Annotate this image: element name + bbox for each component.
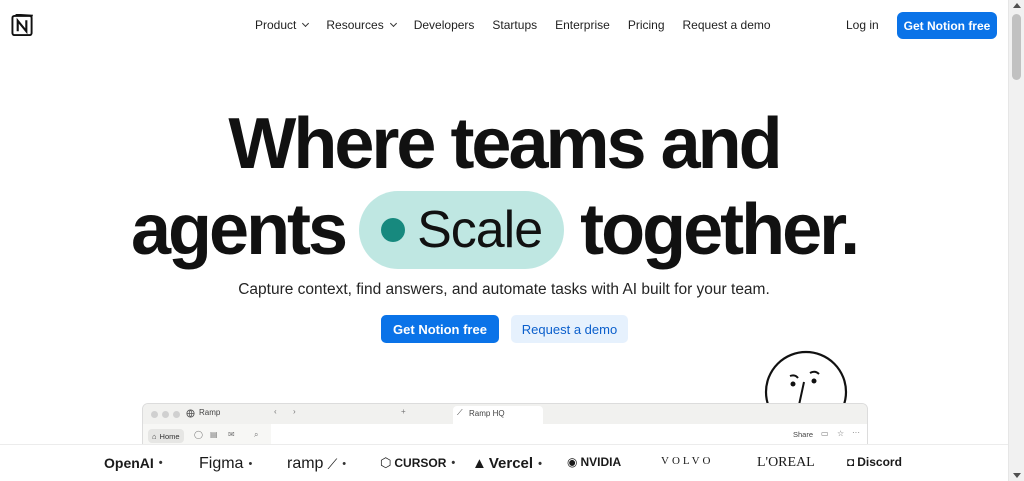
vercel-triangle-icon: ▲ <box>472 455 487 472</box>
mockup-titlebar: Ramp ‹ › ⟋ Ramp HQ + <box>143 404 867 424</box>
hero-word-together: together. <box>580 190 860 270</box>
chevron-down-icon <box>389 19 397 28</box>
home-icon: ⌂ <box>152 431 157 441</box>
nav-pricing[interactable]: Pricing <box>628 18 665 32</box>
nav-developers[interactable]: Developers <box>414 18 475 32</box>
get-notion-free-button[interactable]: Get Notion free <box>381 315 499 343</box>
nav-enterprise[interactable]: Enterprise <box>555 18 610 32</box>
scrollbar-thumb[interactable] <box>1012 14 1021 80</box>
inbox-icon[interactable]: ✉ <box>228 430 235 439</box>
pill-dot-icon <box>381 218 406 242</box>
home-nav-item[interactable]: ⌂ Home <box>148 429 184 443</box>
globe-icon <box>186 409 195 418</box>
forward-arrow-icon[interactable]: › <box>293 407 296 416</box>
login-link[interactable]: Log in <box>846 18 879 32</box>
logo-openai: OpenAI • <box>104 455 163 471</box>
calendar-icon[interactable]: ▤ <box>210 430 218 439</box>
chat-icon[interactable]: ◯ <box>194 430 203 439</box>
home-label: Home <box>159 431 180 441</box>
nav-startups[interactable]: Startups <box>492 18 537 32</box>
logo-ramp: ramp ⟋ • <box>287 455 347 472</box>
scroll-down-arrow-icon[interactable] <box>1013 473 1021 478</box>
nav-request-demo[interactable]: Request a demo <box>683 18 771 32</box>
ramp-tab-icon: ⟋ <box>457 408 463 417</box>
chevron-down-icon <box>302 19 310 28</box>
comment-icon[interactable]: ▭ <box>821 429 829 438</box>
logo-loreal: L'OREAL <box>757 455 815 470</box>
scroll-up-arrow-icon[interactable] <box>1013 3 1021 8</box>
window-maximize-dot <box>173 411 180 418</box>
logo-figma: Figma • <box>199 455 253 472</box>
star-icon[interactable]: ☆ <box>837 429 844 438</box>
logo-discord: ◘ Discord <box>847 455 902 469</box>
mockup-tab[interactable]: ⟋ Ramp HQ <box>453 406 543 424</box>
top-nav: Product Resources Developers Startups En… <box>0 0 1008 52</box>
hero-headline-line1: Where teams and <box>228 104 782 184</box>
hero-word-agents: agents <box>131 190 348 270</box>
page-scrollbar[interactable] <box>1008 0 1024 481</box>
workspace-name: Ramp <box>199 408 221 417</box>
notion-logo-icon[interactable] <box>11 14 34 37</box>
tab-title: Ramp HQ <box>469 409 505 418</box>
get-notion-free-nav-button[interactable]: Get Notion free <box>897 12 997 39</box>
customer-logos: OpenAI • Figma • ramp ⟋ • ⬡ CURSOR • ▲ Vercel • … <box>0 444 1008 481</box>
share-button[interactable]: Share <box>793 430 813 439</box>
logo-volvo: VOLVO <box>661 455 714 467</box>
highlight-word: Scale <box>417 201 543 259</box>
logo-vercel: ▲ Vercel • <box>472 455 542 472</box>
nav-links: Product Resources Developers Startups En… <box>255 18 789 32</box>
discord-icon: ◘ <box>847 455 855 469</box>
window-minimize-dot <box>162 411 169 418</box>
request-demo-button[interactable]: Request a demo <box>511 315 628 343</box>
nav-product[interactable]: Product <box>255 18 310 32</box>
nvidia-eye-icon: ◉ <box>567 455 578 469</box>
search-icon[interactable]: ⌕ <box>254 430 258 440</box>
new-tab-icon[interactable]: + <box>401 407 406 416</box>
hero-subtitle: Capture context, find answers, and autom… <box>238 281 770 298</box>
nav-resources[interactable]: Resources <box>326 18 397 32</box>
back-arrow-icon[interactable]: ‹ <box>274 407 277 416</box>
cursor-cube-icon: ⬡ <box>380 455 392 470</box>
logo-cursor: ⬡ CURSOR • <box>380 455 456 470</box>
hero-headline-line2: agents Scale together. <box>131 190 860 270</box>
highlight-pill: Scale <box>359 191 565 269</box>
app-mockup: Ramp ‹ › ⟋ Ramp HQ + ⌂ Home ◯ ▤ ✉ ⌕ Shar… <box>142 403 868 447</box>
window-close-dot <box>151 411 158 418</box>
more-icon[interactable]: ··· <box>852 428 860 437</box>
logo-nvidia: ◉ NVIDIA <box>567 455 622 469</box>
